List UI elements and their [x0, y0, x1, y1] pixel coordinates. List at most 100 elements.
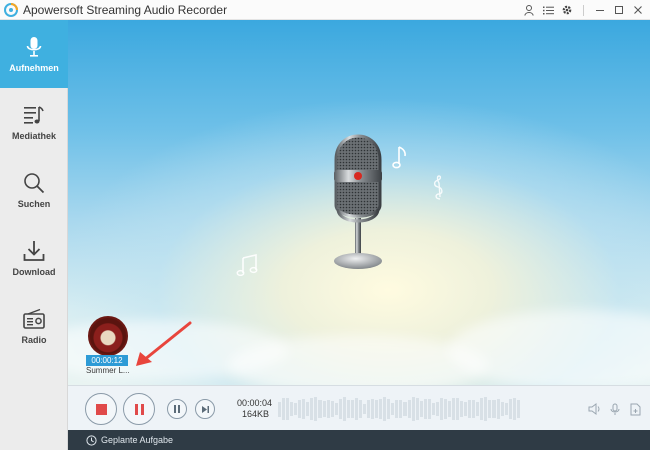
waveform-bar [439, 398, 443, 420]
waveform-bar [375, 400, 379, 418]
waveform-bar [354, 398, 358, 420]
waveform-bar [314, 397, 318, 421]
cloud [448, 310, 650, 385]
waveform-bar [508, 398, 512, 420]
status-bar: Geplante Aufgabe [68, 430, 650, 450]
waveform-bar [399, 400, 403, 418]
recording-controls: 00:00:04 164KB [68, 385, 650, 430]
waveform-bar [379, 399, 383, 419]
microphone-illustration [334, 134, 382, 269]
download-icon [23, 241, 45, 261]
recording-stage: 00:00:12 Summer L... [68, 20, 650, 385]
stop-button[interactable] [85, 393, 117, 425]
sidebar-item-download[interactable]: Download [0, 224, 68, 292]
title-bar: Apowersoft Streaming Audio Recorder [0, 0, 650, 20]
annotation-arrow [136, 321, 192, 366]
list-icon[interactable] [542, 4, 554, 16]
waveform-bar [387, 398, 391, 420]
waveform-bar [367, 400, 371, 418]
waveform-bar [456, 397, 460, 421]
waveform-bar [342, 397, 346, 421]
waveform-bar [411, 397, 415, 421]
titlebar-separator [583, 4, 584, 16]
skip-next-button[interactable] [195, 399, 215, 419]
file-size: 164KB [241, 409, 269, 419]
waveform-bar [504, 403, 508, 415]
window-title: Apowersoft Streaming Audio Recorder [23, 2, 228, 17]
waveform-bar [338, 398, 342, 420]
sidebar-item-label: Suchen [17, 199, 51, 209]
speaker-icon[interactable] [588, 402, 602, 416]
waveform-bar [310, 397, 314, 420]
app-logo-icon [4, 2, 18, 17]
sidebar-item-label: Download [12, 267, 56, 277]
waveform-bar [480, 397, 484, 421]
waveform-bar [346, 399, 350, 419]
skip-next-icon [201, 405, 209, 413]
pause-playback-button[interactable] [167, 399, 187, 419]
sidebar-item-suchen[interactable]: Suchen [0, 156, 68, 224]
waveform-bar [302, 399, 306, 419]
gear-icon[interactable] [561, 4, 573, 16]
beamed-notes-icon [236, 254, 258, 276]
waveform-bar [334, 403, 338, 415]
waveform-bar [496, 399, 500, 419]
waveform-bar [290, 401, 294, 417]
sidebar-item-label: Radio [21, 335, 47, 345]
waveform-bar [460, 401, 464, 417]
waveform-bar [326, 399, 330, 419]
waveform-bar [286, 398, 290, 420]
minimize-icon[interactable] [594, 4, 606, 16]
waveform-bar [468, 400, 472, 418]
waveform-bar [298, 399, 302, 419]
waveform-bar [516, 400, 520, 418]
album-cover[interactable] [88, 316, 128, 356]
waveform-bar [318, 400, 322, 418]
titlebar-controls [523, 0, 644, 20]
stop-icon [95, 403, 107, 415]
waveform-bar [435, 401, 439, 417]
microphone-icon [26, 37, 42, 57]
waveform-bar [294, 402, 298, 416]
scheduled-tasks-link[interactable]: Geplante Aufgabe [101, 435, 173, 445]
waveform-bar [415, 398, 419, 420]
file-icon[interactable] [628, 402, 642, 416]
music-list-icon [24, 106, 44, 124]
sidebar-item-aufnehmen[interactable]: Aufnehmen [0, 20, 68, 88]
sidebar-item-label: Aufnehmen [9, 63, 59, 73]
radio-icon [23, 308, 45, 329]
sidebar-item-mediathek[interactable]: Mediathek [0, 88, 68, 156]
maximize-icon[interactable] [613, 4, 625, 16]
waveform-bar [403, 401, 407, 417]
sidebar: Aufnehmen Mediathek Suchen Download Radi… [0, 20, 68, 450]
clock-icon[interactable] [86, 434, 97, 446]
waveform-bar [306, 401, 310, 417]
elapsed-time: 00:00:04 [237, 398, 273, 408]
waveform-bar [350, 399, 354, 419]
waveform-bar [472, 400, 476, 418]
waveform-bar [447, 401, 452, 417]
waveform-bar [488, 400, 492, 418]
user-icon[interactable] [523, 4, 535, 16]
treble-clef-icon [433, 175, 443, 200]
waveform-bar [330, 401, 334, 417]
track-title[interactable]: Summer L... [86, 366, 130, 375]
waveform-bar [419, 401, 423, 417]
waveform [278, 396, 520, 422]
microphone-settings-icon[interactable] [608, 402, 622, 416]
sidebar-item-label: Mediathek [11, 131, 56, 141]
waveform-bar [427, 399, 431, 419]
track-duration-badge: 00:00:12 [86, 355, 128, 366]
waveform-bar [500, 401, 504, 417]
waveform-bar [322, 400, 326, 418]
waveform-bar [484, 397, 488, 421]
waveform-bar [476, 401, 480, 417]
sidebar-item-radio[interactable]: Radio [0, 292, 68, 360]
pause-record-button[interactable] [123, 393, 155, 425]
waveform-bar [431, 403, 435, 415]
pause-icon [134, 403, 144, 415]
waveform-bar [443, 398, 447, 420]
close-icon[interactable] [632, 4, 644, 16]
waveform-bar [362, 404, 367, 414]
waveform-bar [407, 400, 411, 418]
